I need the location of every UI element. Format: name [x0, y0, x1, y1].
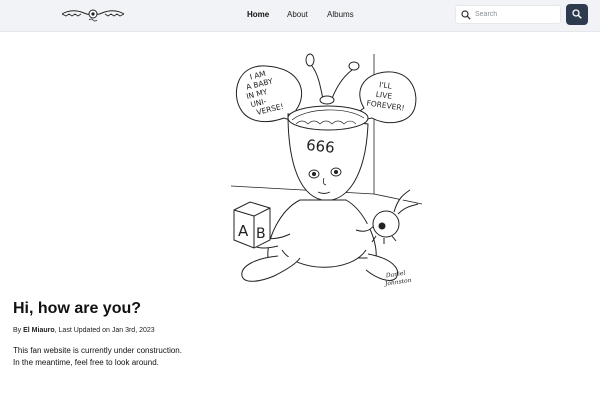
search-icon	[572, 9, 582, 19]
intro-text: This fan website is currently under cons…	[13, 345, 182, 369]
nav-link-about[interactable]: About	[287, 10, 308, 19]
toy-block: A B	[233, 201, 271, 249]
page-title: Hi, how are you?	[13, 300, 142, 317]
bubble-right-line: I'LL	[379, 80, 394, 91]
antennae	[305, 53, 360, 105]
nav-link-albums[interactable]: Albums	[327, 10, 354, 19]
baby-head: 666	[287, 105, 369, 201]
search-button[interactable]	[566, 4, 588, 25]
navbar: Home About Albums	[0, 0, 600, 32]
svg-text:Daniel Johnston: Daniel Johnston	[381, 269, 412, 288]
search-input[interactable]	[475, 8, 557, 21]
search-icon	[461, 10, 471, 20]
intro-line: In the meantime, feel free to look aroun…	[13, 358, 159, 367]
block-letter: A	[238, 222, 249, 240]
last-updated: , Last Updated on Jan 3rd, 2023	[54, 327, 155, 334]
nav-link-home[interactable]: Home	[247, 10, 269, 19]
intro-line: This fan website is currently under cons…	[13, 346, 182, 355]
author-name[interactable]: El Miauro	[23, 327, 55, 334]
byline-prefix: By	[13, 327, 24, 334]
site-logo-eyeball-wings-icon[interactable]	[60, 6, 126, 24]
head-numbers: 666	[305, 136, 335, 157]
block-letter: B	[256, 226, 266, 242]
search-box	[455, 5, 561, 24]
byline: By El Miauro, Last Updated on Jan 3rd, 2…	[13, 327, 155, 334]
hero-illustration: I AM A BABY IN MY UNI- VERSE! I'LL LIVE …	[230, 53, 422, 288]
